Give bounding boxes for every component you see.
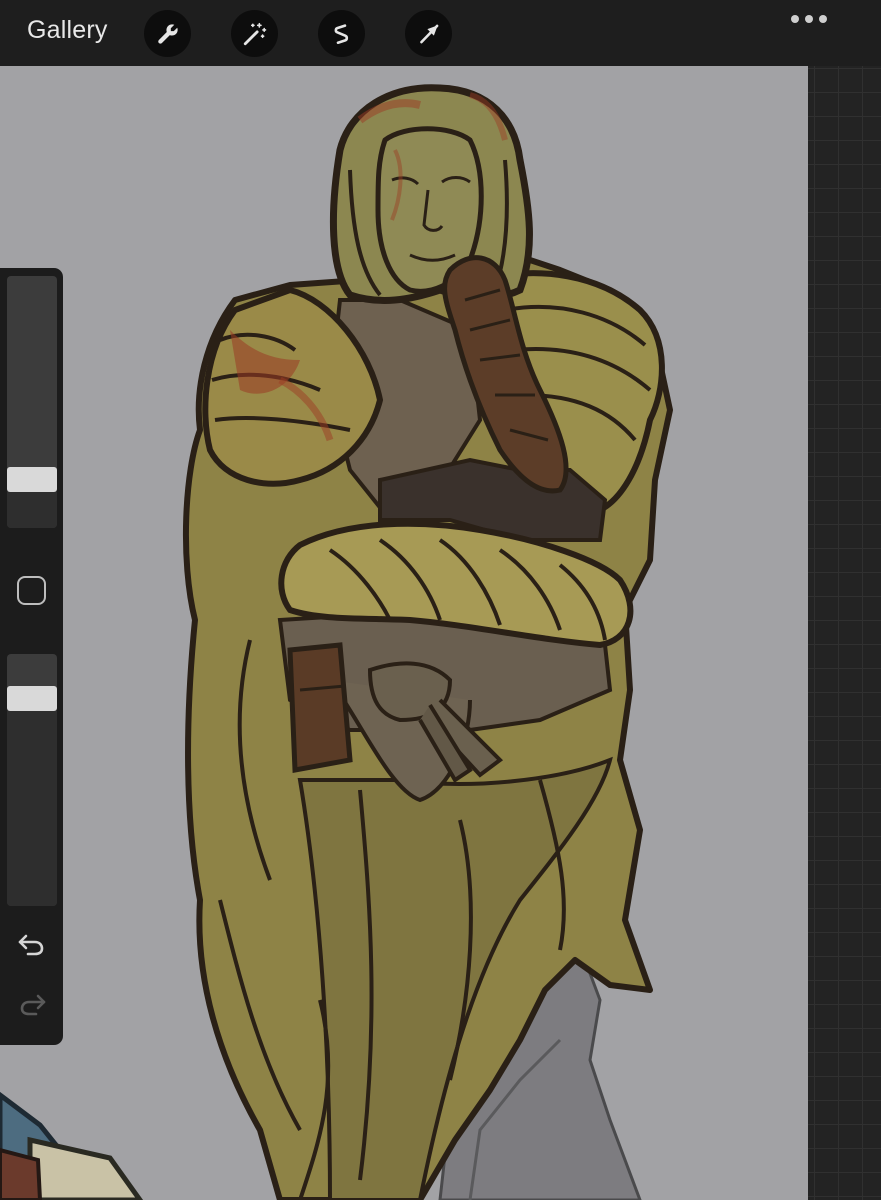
ellipsis-dot — [805, 15, 813, 23]
left-sidebar — [0, 268, 63, 1045]
gallery-button[interactable]: Gallery — [27, 16, 108, 45]
undo-arrow-icon[interactable] — [16, 930, 48, 958]
transform-button[interactable] — [405, 10, 452, 57]
workspace-grid — [808, 66, 881, 1200]
opacity-slider[interactable] — [7, 654, 57, 906]
square-modify-icon[interactable] — [17, 576, 46, 605]
selection-s-icon — [334, 23, 348, 44]
brush-size-slider[interactable] — [7, 276, 57, 528]
brush-size-thumb[interactable] — [7, 466, 57, 492]
actions-button[interactable] — [144, 10, 191, 57]
ellipsis-icon — [791, 15, 799, 23]
redo-arrow-icon[interactable] — [16, 990, 48, 1018]
adjustments-button[interactable] — [231, 10, 278, 57]
opacity-fill — [7, 698, 57, 906]
artwork-hooded-figure — [0, 84, 673, 1200]
partial-character-bottom-left — [0, 1091, 144, 1200]
selection-button[interactable] — [318, 10, 365, 57]
arrow-cursor-icon — [419, 24, 438, 43]
more-options-button[interactable] — [791, 12, 827, 26]
wrench-icon — [157, 23, 178, 44]
leather-bag — [287, 642, 353, 773]
ellipsis-dot — [819, 15, 827, 23]
top-toolbar: Gallery — [0, 0, 881, 66]
opacity-thumb[interactable] — [7, 685, 57, 711]
drawing-canvas[interactable] — [0, 66, 808, 1200]
magic-wand-icon — [243, 22, 266, 45]
